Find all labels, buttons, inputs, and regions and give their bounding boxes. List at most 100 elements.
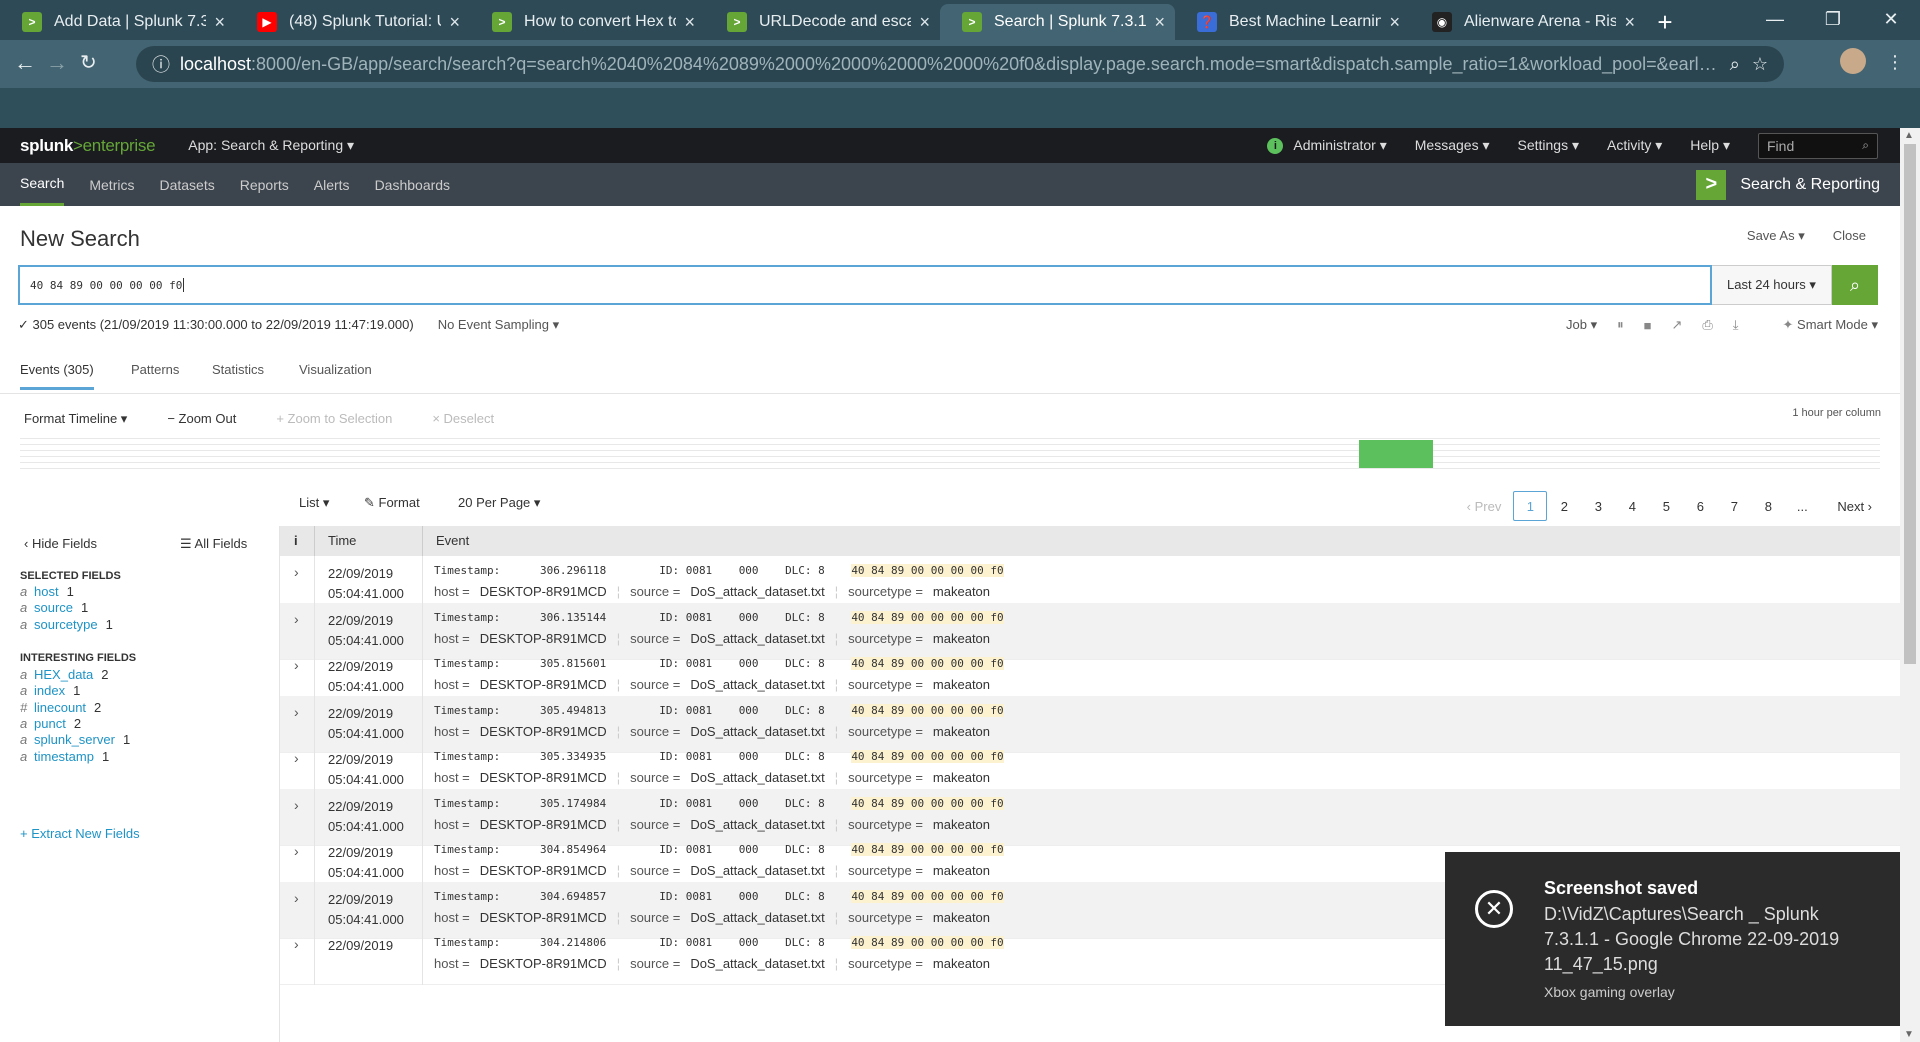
sourcetype-value[interactable]: makeaton bbox=[933, 584, 990, 599]
field-item[interactable]: a timestamp 1 bbox=[20, 749, 109, 764]
page-number[interactable]: 1 bbox=[1513, 491, 1548, 521]
field-name[interactable]: HEX_data bbox=[34, 667, 93, 682]
stop-icon[interactable]: ■ bbox=[1644, 318, 1652, 333]
page-number[interactable]: 5 bbox=[1649, 491, 1683, 521]
reload-icon[interactable]: ↻ bbox=[80, 50, 97, 75]
browser-tab[interactable]: ◉ Alienware Arena - Rise × bbox=[1410, 4, 1645, 40]
source-value[interactable]: DoS_attack_dataset.txt bbox=[690, 863, 824, 878]
nav-item-search[interactable]: Search bbox=[20, 163, 65, 206]
tab-close-icon[interactable]: × bbox=[1389, 12, 1400, 33]
nav-item-alerts[interactable]: Alerts bbox=[314, 163, 350, 206]
host-value[interactable]: DESKTOP-8R91MCD bbox=[480, 724, 607, 739]
field-name[interactable]: index bbox=[34, 683, 65, 698]
top-menu-item[interactable]: Activity ▾ bbox=[1607, 137, 1662, 154]
nav-item-reports[interactable]: Reports bbox=[240, 163, 289, 206]
zoom-icon[interactable]: ⌕ bbox=[1718, 54, 1740, 75]
expand-row-icon[interactable]: › bbox=[294, 843, 299, 859]
event-sampling-dropdown[interactable]: No Event Sampling ▾ bbox=[438, 317, 559, 333]
tab-close-icon[interactable]: × bbox=[1624, 12, 1635, 33]
scroll-down-icon[interactable]: ▼ bbox=[1904, 1029, 1914, 1040]
sourcetype-value[interactable]: makeaton bbox=[933, 863, 990, 878]
expand-row-icon[interactable]: › bbox=[294, 611, 299, 627]
expand-row-icon[interactable]: › bbox=[294, 564, 299, 580]
host-value[interactable]: DESKTOP-8R91MCD bbox=[480, 863, 607, 878]
page-number[interactable]: 4 bbox=[1615, 491, 1649, 521]
source-value[interactable]: DoS_attack_dataset.txt bbox=[690, 770, 824, 785]
field-item[interactable]: a sourcetype 1 bbox=[20, 617, 113, 632]
nav-item-metrics[interactable]: Metrics bbox=[89, 163, 134, 206]
page-number[interactable]: 6 bbox=[1683, 491, 1717, 521]
field-name[interactable]: timestamp bbox=[34, 749, 94, 764]
new-tab-button[interactable]: + bbox=[1645, 4, 1685, 40]
prev-page-button[interactable]: ‹ Prev bbox=[1467, 499, 1502, 514]
page-scrollbar[interactable]: ▲ ▼ bbox=[1900, 128, 1920, 1042]
export-icon[interactable]: ⤓ bbox=[1733, 317, 1739, 333]
deselect-button[interactable]: × Deselect bbox=[432, 411, 494, 427]
hide-fields-button[interactable]: ‹ Hide Fields bbox=[24, 536, 97, 551]
pause-icon[interactable]: ⏸ bbox=[1617, 317, 1624, 333]
zoom-out-button[interactable]: − Zoom Out bbox=[167, 411, 236, 427]
tab-close-icon[interactable]: × bbox=[1154, 12, 1165, 33]
address-bar[interactable]: ⓘ localhost:8000/en-GB/app/search/search… bbox=[136, 46, 1784, 82]
top-menu-item[interactable]: Messages ▾ bbox=[1415, 137, 1490, 154]
expand-row-icon[interactable]: › bbox=[294, 797, 299, 813]
tab-statistics[interactable]: Statistics bbox=[212, 362, 264, 377]
browser-tab[interactable]: > Add Data | Splunk 7.3.1 × bbox=[0, 4, 235, 40]
page-number[interactable]: 8 bbox=[1751, 491, 1785, 521]
sourcetype-value[interactable]: makeaton bbox=[933, 724, 990, 739]
bookmark-star-icon[interactable]: ☆ bbox=[1740, 54, 1768, 75]
source-value[interactable]: DoS_attack_dataset.txt bbox=[690, 677, 824, 692]
list-view-dropdown[interactable]: List ▾ bbox=[299, 495, 329, 511]
scroll-thumb[interactable] bbox=[1904, 144, 1916, 664]
print-icon[interactable]: ⎙ bbox=[1702, 317, 1712, 333]
format-button[interactable]: ✎ Format bbox=[364, 495, 420, 511]
expand-row-icon[interactable]: › bbox=[294, 936, 299, 952]
search-mode-dropdown[interactable]: ✦ Smart Mode ▾ bbox=[1783, 317, 1878, 333]
page-number[interactable]: 7 bbox=[1717, 491, 1751, 521]
field-name[interactable]: punct bbox=[34, 716, 66, 731]
forward-icon[interactable]: → bbox=[46, 50, 68, 76]
save-as-button[interactable]: Save As ▾ bbox=[1747, 228, 1805, 244]
field-item[interactable]: # linecount 2 bbox=[20, 700, 101, 715]
sourcetype-value[interactable]: makeaton bbox=[933, 910, 990, 925]
timeline-bar[interactable] bbox=[1359, 440, 1433, 468]
restore-icon[interactable]: ❐ bbox=[1804, 0, 1862, 38]
field-item[interactable]: a splunk_server 1 bbox=[20, 732, 130, 747]
close-button[interactable]: Close bbox=[1833, 228, 1866, 244]
expand-row-icon[interactable]: › bbox=[294, 657, 299, 673]
xbox-screenshot-toast[interactable]: ✕ Screenshot saved D:\VidZ\Captures\Sear… bbox=[1445, 852, 1901, 1026]
timeline-chart[interactable] bbox=[20, 438, 1880, 469]
tab-close-icon[interactable]: × bbox=[684, 12, 695, 33]
field-item[interactable]: a source 1 bbox=[20, 600, 88, 615]
field-name[interactable]: splunk_server bbox=[34, 732, 115, 747]
host-value[interactable]: DESKTOP-8R91MCD bbox=[480, 631, 607, 646]
app-menu[interactable]: App: Search & Reporting ▾ bbox=[188, 137, 354, 154]
browser-tab[interactable]: > URLDecode and escap × bbox=[705, 4, 940, 40]
source-value[interactable]: DoS_attack_dataset.txt bbox=[690, 956, 824, 971]
find-input[interactable]: Find ⌕ bbox=[1758, 132, 1878, 159]
info-icon[interactable]: ⓘ bbox=[152, 51, 170, 77]
field-name[interactable]: sourcetype bbox=[34, 617, 98, 632]
extract-new-fields-link[interactable]: + Extract New Fields bbox=[20, 826, 140, 841]
share-icon[interactable]: ↗ bbox=[1671, 317, 1682, 333]
minimize-icon[interactable]: — bbox=[1746, 0, 1804, 38]
splunk-logo[interactable]: splunk>enterprise bbox=[20, 136, 156, 156]
all-fields-button[interactable]: ☰ All Fields bbox=[180, 536, 247, 552]
source-value[interactable]: DoS_attack_dataset.txt bbox=[690, 631, 824, 646]
field-name[interactable]: linecount bbox=[34, 700, 86, 715]
sourcetype-value[interactable]: makeaton bbox=[933, 770, 990, 785]
format-timeline-dropdown[interactable]: Format Timeline ▾ bbox=[24, 411, 127, 427]
search-button[interactable]: ⌕ bbox=[1832, 265, 1878, 305]
tab-close-icon[interactable]: × bbox=[919, 12, 930, 33]
top-menu-item[interactable]: Administrator ▾ bbox=[1293, 137, 1386, 154]
browser-tab[interactable]: ❓ Best Machine Learning × bbox=[1175, 4, 1410, 40]
page-number[interactable]: 3 bbox=[1581, 491, 1615, 521]
browser-tab[interactable]: > Search | Splunk 7.3.1.1 × bbox=[940, 4, 1175, 40]
page-number[interactable]: 2 bbox=[1547, 491, 1581, 521]
field-name[interactable]: host bbox=[34, 584, 59, 599]
search-input[interactable]: 40 84 89 00 00 00 00 f0 bbox=[18, 265, 1712, 305]
tab-patterns[interactable]: Patterns bbox=[131, 362, 179, 377]
field-name[interactable]: source bbox=[34, 600, 73, 615]
expand-row-icon[interactable]: › bbox=[294, 704, 299, 720]
host-value[interactable]: DESKTOP-8R91MCD bbox=[480, 817, 607, 832]
